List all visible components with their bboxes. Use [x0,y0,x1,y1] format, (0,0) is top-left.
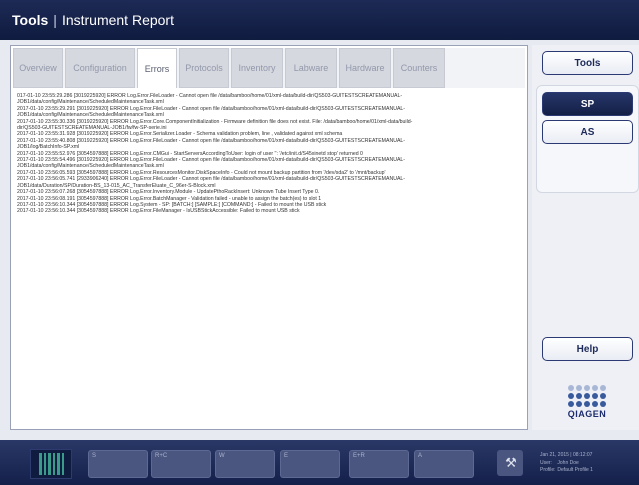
er-button[interactable]: E+R [349,450,409,478]
tab-hardware[interactable]: Hardware [339,48,391,88]
right-sidebar: Tools SP AS Help QIAGEN [532,45,639,430]
logo-dot [576,393,582,399]
rc-button[interactable]: R+C [151,450,211,478]
logo-dots [562,385,612,407]
title-separator: | [53,12,57,28]
report-panel: Overview Configuration Errors Protocols … [10,45,528,430]
a-button[interactable]: A [414,450,474,478]
logo-text: QIAGEN [567,409,607,419]
tab-overview[interactable]: Overview [13,48,63,88]
as-button[interactable]: AS [542,120,633,144]
tab-configuration[interactable]: Configuration [65,48,135,88]
logo-dot [592,401,598,407]
log-line: 2017-01-10 23:56:10.344 [3054597888] ERR… [17,208,300,215]
tab-bar-fill [447,48,525,88]
title-section: Tools [12,12,49,28]
status-profile-value: Default Profile 1 [557,467,593,473]
status-panel: Jan 21, 2015 | 08:12:07 User: John Doe P… [540,452,639,475]
status-datetime: Jan 21, 2015 | 08:12:07 [540,452,593,458]
sp-button[interactable]: SP [542,92,633,116]
tab-labware[interactable]: Labware [285,48,337,88]
w-button[interactable]: W [215,450,275,478]
tab-errors[interactable]: Errors [137,48,177,88]
status-user: User: John Doe [540,460,639,468]
logo-dot [584,385,590,391]
qiagen-logo: QIAGEN [562,385,612,425]
tab-inventory[interactable]: Inventory [231,48,283,88]
logo-dot [576,401,582,407]
logo-dot [568,385,574,391]
logo-dot [568,393,574,399]
wrench-screwdriver-icon[interactable]: ⚒ [497,450,523,476]
tab-bar: Overview Configuration Errors Protocols … [13,48,525,88]
help-button[interactable]: Help [542,337,633,361]
s-button[interactable]: S [88,450,148,478]
error-log[interactable]: 017-01-10 23:55:29.286 [3019225920] ERRO… [17,93,521,425]
e-button[interactable]: E [280,450,340,478]
tab-protocols[interactable]: Protocols [179,48,229,88]
logo-dot [568,401,574,407]
title-page: Instrument Report [61,12,174,28]
tools-button[interactable]: Tools [542,51,633,75]
logo-dot [584,401,590,407]
logo-dot [584,393,590,399]
tab-counters[interactable]: Counters [393,48,445,88]
logo-dot [576,385,582,391]
logo-dot [600,393,606,399]
title-bar: Tools | Instrument Report [0,0,639,40]
barcode-icon[interactable] [30,449,72,479]
logo-dot [600,385,606,391]
logo-dot [592,385,598,391]
logo-dot [600,401,606,407]
status-user-label: User: [540,459,552,466]
status-profile: Profile: Default Profile 1 [540,467,639,475]
status-profile-label: Profile: [540,467,556,473]
status-user-value: John Doe [557,459,579,466]
logo-dot [592,393,598,399]
